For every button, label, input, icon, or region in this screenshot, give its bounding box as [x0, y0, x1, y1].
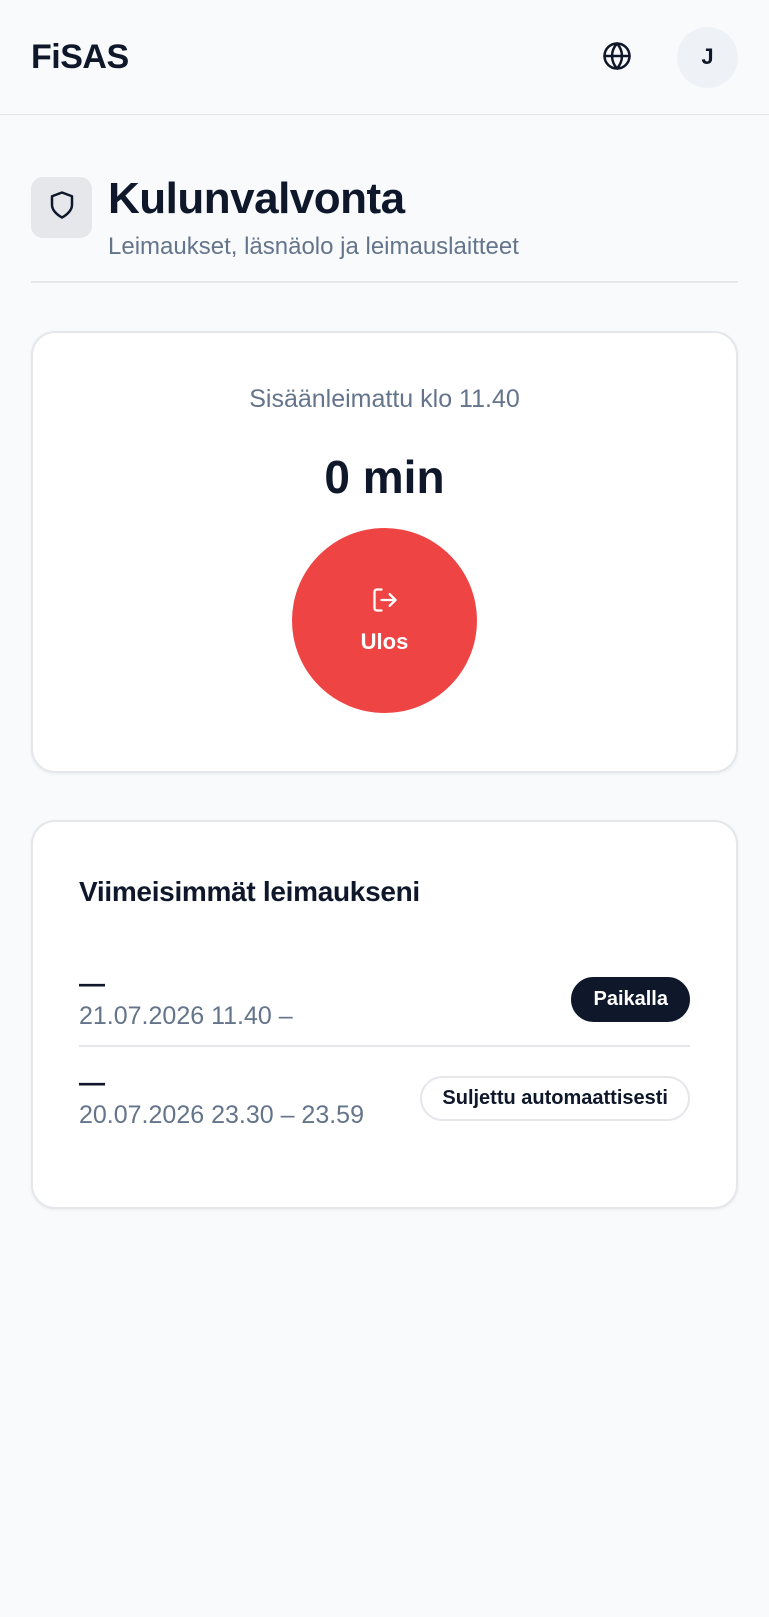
list-item[interactable]: — 20.07.2026 23.30 – 23.59 Suljettu auto…	[79, 1045, 690, 1144]
page-heading-text: Kulunvalvonta Leimaukset, läsnäolo ja le…	[108, 173, 519, 261]
clock-status: Sisäänleimattu klo 11.40	[249, 385, 520, 413]
top-bar-actions: J	[587, 26, 738, 88]
entry-time: 21.07.2026 11.40 –	[79, 1002, 293, 1030]
clock-out-button[interactable]: Ulos	[292, 528, 477, 713]
entry-label: —	[79, 1067, 105, 1097]
top-bar: FiSAS J	[0, 0, 769, 115]
list-item[interactable]: — 21.07.2026 11.40 – Paikalla	[79, 948, 690, 1045]
page-subtitle: Leimaukset, läsnäolo ja leimauslaitteet	[108, 233, 519, 260]
clock-out-label: Ulos	[360, 629, 409, 654]
page-icon-box	[31, 177, 92, 238]
page-header: Kulunvalvonta Leimaukset, läsnäolo ja le…	[31, 173, 738, 283]
status-badge: Suljettu automaattisesti	[420, 1076, 690, 1121]
clock-duration: 0 min	[324, 451, 445, 503]
globe-icon	[602, 41, 632, 74]
clock-card: Sisäänleimattu klo 11.40 0 min Ulos	[31, 331, 738, 773]
entry-info: — 21.07.2026 11.40 –	[79, 968, 293, 1031]
status-badge: Paikalla	[571, 977, 690, 1022]
shield-icon	[47, 190, 77, 225]
entry-time: 20.07.2026 23.30 – 23.59	[79, 1101, 364, 1129]
recent-entries-title: Viimeisimmät leimaukseni	[79, 876, 420, 907]
page-title: Kulunvalvonta	[108, 174, 405, 223]
entry-label: —	[79, 968, 105, 998]
log-out-icon	[371, 586, 399, 617]
entry-info: — 20.07.2026 23.30 – 23.59	[79, 1067, 364, 1130]
user-avatar[interactable]: J	[677, 26, 738, 88]
language-button[interactable]	[587, 27, 647, 87]
recent-entries-card: Viimeisimmät leimaukseni — 21.07.2026 11…	[31, 820, 738, 1209]
brand-logo[interactable]: FiSAS	[31, 38, 129, 77]
